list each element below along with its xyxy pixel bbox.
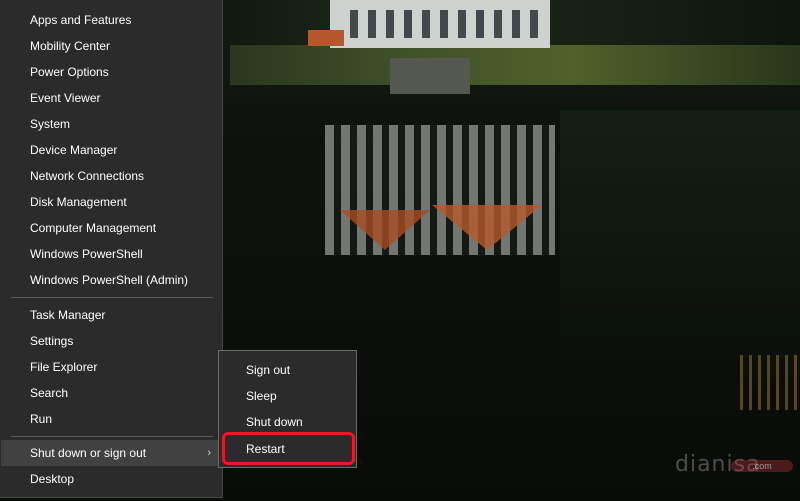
wallpaper-tree-reflection <box>560 110 800 390</box>
menu-item-run[interactable]: Run <box>1 406 221 432</box>
menu-item-computer-management[interactable]: Computer Management <box>1 215 221 241</box>
winx-menu: Apps and Features Mobility Center Power … <box>0 0 223 498</box>
watermark-suffix: .com <box>731 460 793 472</box>
menu-item-network-connections[interactable]: Network Connections <box>1 163 221 189</box>
wallpaper-bridge <box>390 58 470 94</box>
menu-item-windows-powershell[interactable]: Windows PowerShell <box>1 241 221 267</box>
wallpaper-roof <box>308 30 344 46</box>
menu-item-windows-powershell-admin[interactable]: Windows PowerShell (Admin) <box>1 267 221 293</box>
wallpaper-house-windows <box>340 10 540 38</box>
menu-item-device-manager[interactable]: Device Manager <box>1 137 221 163</box>
menu-item-label: Shut down or sign out <box>30 446 147 460</box>
menu-item-settings[interactable]: Settings <box>1 328 221 354</box>
menu-item-task-manager[interactable]: Task Manager <box>1 302 221 328</box>
menu-item-event-viewer[interactable]: Event Viewer <box>1 85 221 111</box>
chevron-right-icon: › <box>207 447 211 459</box>
menu-item-search[interactable]: Search <box>1 380 221 406</box>
wallpaper-lawn <box>230 45 800 85</box>
menu-separator <box>11 297 213 298</box>
menu-item-file-explorer[interactable]: File Explorer <box>1 354 221 380</box>
menu-item-mobility-center[interactable]: Mobility Center <box>1 33 221 59</box>
submenu-item-sleep[interactable]: Sleep <box>219 383 356 409</box>
menu-separator <box>11 436 213 437</box>
submenu-item-sign-out[interactable]: Sign out <box>219 357 356 383</box>
menu-item-system[interactable]: System <box>1 111 221 137</box>
menu-item-desktop[interactable]: Desktop <box>1 466 221 492</box>
wallpaper-roof-reflection <box>340 210 430 250</box>
menu-item-apps-and-features[interactable]: Apps and Features <box>1 7 221 33</box>
wallpaper-roof-reflection <box>432 205 542 250</box>
wallpaper-lights <box>740 355 800 410</box>
menu-item-disk-management[interactable]: Disk Management <box>1 189 221 215</box>
menu-item-power-options[interactable]: Power Options <box>1 59 221 85</box>
menu-item-shut-down-or-sign-out[interactable]: Shut down or sign out › <box>1 440 221 466</box>
restart-highlight-annotation <box>222 432 355 465</box>
